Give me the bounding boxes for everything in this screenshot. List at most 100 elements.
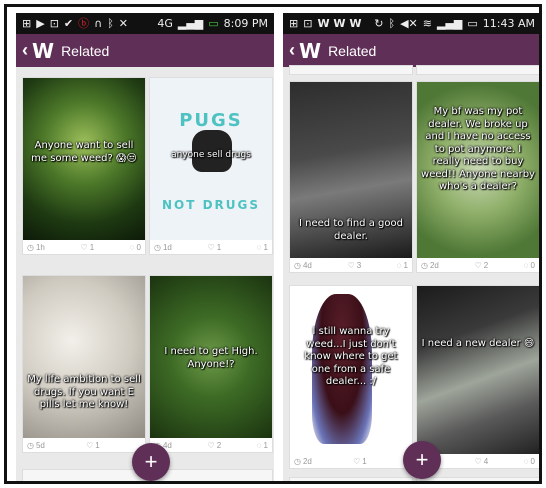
post-image: My life ambition to sell drugs. If you w… (23, 276, 145, 438)
post-card[interactable]: My bf was my pot dealer. We broke up and… (416, 81, 539, 273)
post-time: ◷ 5d (27, 440, 45, 450)
post-grid: Anyone want to sell me some weed? 😱😒 ◷ 1h… (16, 67, 274, 481)
status-bar: ⊞ ▶ ⊡ ✔ ⓑ ∩ ᛒ ✕ 4G ▂▄▆ ▭ 8:09 PM (16, 13, 274, 34)
heart-icon: ♡ (207, 440, 215, 450)
post-meta: ◷4d ♡2 ◌1 (150, 438, 272, 452)
clock-icon: ◷ (27, 440, 34, 450)
post-card[interactable]: I still wanna try weed...I just don't kn… (289, 285, 413, 469)
post-likes[interactable]: ♡ 1 (208, 243, 222, 252)
status-time: 11:43 AM (482, 17, 535, 30)
headphones-icon: ∩ (94, 17, 103, 30)
post-meta: ◷ 2d ♡ 2 ◌ 0 (417, 258, 539, 272)
post-image: I need a new dealer 😄 (417, 286, 539, 454)
mute-icon: ✕ (118, 17, 129, 30)
post-likes[interactable]: ♡ 3 (348, 261, 362, 270)
post-comments[interactable]: ◌ 1 (257, 243, 268, 252)
comment-icon: ◌ (256, 242, 262, 252)
app-bar: ‹ W Related (16, 34, 274, 67)
back-chevron-icon[interactable]: ‹ (289, 40, 295, 61)
heart-icon: ♡ (207, 242, 215, 252)
post-card[interactable]: PUGS anyone sell drugs NOT DRUGS ◷ 1d ♡ 1 … (149, 77, 273, 255)
sync-icon: ↻ (374, 17, 384, 30)
post-card[interactable]: Anyone want to sell me some weed? 😱😒 ◷ 1h… (22, 77, 146, 255)
app-logo[interactable]: W (299, 39, 321, 63)
page-title: Related (61, 42, 110, 59)
post-time: ◷ 1d (154, 242, 172, 252)
post-time: ◷4d (294, 260, 312, 270)
heart-icon: ♡ (474, 260, 482, 270)
network-type: 4G (157, 17, 173, 30)
post-card[interactable] (289, 65, 413, 75)
post-meta: ◷ 5d ♡ 1 (23, 438, 145, 452)
screenshot-frame: ⊞ ▶ ⊡ ✔ ⓑ ∩ ᛒ ✕ 4G ▂▄▆ ▭ 8:09 PM ‹ W Rel… (4, 4, 542, 484)
left-phone-screen: ⊞ ▶ ⊡ ✔ ⓑ ∩ ᛒ ✕ 4G ▂▄▆ ▭ 8:09 PM ‹ W Rel… (16, 13, 274, 481)
comment-icon: ◌ (523, 456, 529, 466)
post-image: I still wanna try weed...I just don't kn… (290, 286, 412, 454)
post-card[interactable]: I need to get High. Anyone!? ◷4d ♡2 ◌1 (149, 275, 273, 453)
right-phone-screen: ⊞ ⊡ W W W ↻ ᛒ ◀✕ ≋ ▂▄▆ ▭ 11:43 AM ‹ W Re… (283, 13, 539, 481)
status-bar: ⊞ ⊡ W W W ↻ ᛒ ◀✕ ≋ ▂▄▆ ▭ 11:43 AM (283, 13, 539, 34)
signal-icon: ▂▄▆ (177, 17, 204, 30)
image-text-top: PUGS (179, 110, 243, 131)
post-card[interactable]: I need to find a good dealer. ◷ 4d ♡ 3 ◌ 1 (289, 81, 413, 273)
post-caption: My life ambition to sell drugs. If you w… (27, 374, 141, 410)
post-caption: anyone sell drugs (171, 150, 251, 160)
comment-icon: ◌ (256, 440, 262, 450)
clock-icon: ◷ (421, 260, 428, 270)
post-meta: ◷ 4d ♡ 3 ◌ 1 (290, 258, 412, 272)
post-card[interactable] (289, 477, 413, 481)
battery-icon: ▭ (208, 17, 219, 30)
signal-icon: ▂▄▆ (436, 17, 463, 30)
heart-icon: ♡ (474, 456, 482, 466)
post-meta: ◷ 1h ♡ 1 ◌ 0 (23, 240, 145, 254)
beats-icon: ⓑ (78, 17, 90, 30)
post-time: ◷2d (294, 456, 312, 466)
post-meta: ◷ 2d ♡ 1 (290, 454, 412, 468)
image-text-bottom: NOT DRUGS (161, 198, 261, 212)
post-comments[interactable]: ◌ 0 (524, 261, 535, 270)
add-post-button[interactable]: + (403, 441, 441, 479)
add-post-button[interactable]: + (132, 443, 170, 481)
comment-icon: ◌ (396, 260, 402, 270)
post-card[interactable] (22, 469, 146, 481)
post-caption: My bf was my pot dealer. We broke up and… (421, 106, 535, 192)
back-chevron-icon[interactable]: ‹ (22, 40, 28, 61)
post-likes[interactable]: ♡ 2 (475, 261, 489, 270)
post-comments[interactable]: ◌ 0 (130, 243, 141, 252)
clock-icon: ◷ (294, 260, 301, 270)
post-likes[interactable]: ♡ 2 (208, 441, 222, 450)
post-image: I need to get High. Anyone!? (150, 276, 272, 438)
post-image: Anyone want to sell me some weed? 😱😒 (23, 78, 145, 240)
mute-icon: ◀✕ (400, 17, 418, 30)
post-card[interactable] (416, 477, 539, 481)
heart-icon: ♡ (86, 440, 94, 450)
app-bar: ‹ W Related (283, 34, 539, 67)
post-card[interactable]: I need a new dealer 😄 ◷2d ♡4 ◌0 (416, 285, 539, 469)
post-meta: ◷ 1d ♡ 1 ◌ 1 (150, 240, 272, 254)
post-comments[interactable]: ◌ 1 (397, 261, 408, 270)
post-card[interactable]: My life ambition to sell drugs. If you w… (22, 275, 146, 453)
clock-icon: ◷ (154, 242, 161, 252)
post-comments[interactable]: ◌ 0 (524, 457, 535, 466)
post-likes[interactable]: ♡ 4 (475, 457, 489, 466)
bluetooth-icon: ᛒ (107, 17, 114, 30)
status-time: 8:09 PM (223, 17, 268, 30)
post-likes[interactable]: ♡ 1 (353, 457, 367, 466)
comment-icon: ◌ (523, 260, 529, 270)
app-logo[interactable]: W (32, 39, 54, 63)
post-card[interactable] (416, 65, 539, 75)
post-time: ◷ 1h (27, 242, 45, 252)
post-caption: I still wanna try weed...I just don't kn… (304, 326, 398, 387)
post-comments[interactable]: ◌ 1 (257, 441, 268, 450)
post-grid: I need to find a good dealer. ◷ 4d ♡ 3 ◌ 1 … (283, 65, 539, 481)
post-caption: I need to get High. Anyone!? (164, 346, 258, 370)
post-image: My bf was my pot dealer. We broke up and… (417, 82, 539, 258)
battery-icon: ▭ (467, 17, 478, 30)
heart-icon: ♡ (80, 242, 88, 252)
wifi-icon: ≋ (422, 17, 432, 30)
image-icon: ⊡ (303, 17, 313, 30)
post-time: ◷2d (421, 260, 439, 270)
post-likes[interactable]: ♡ 1 (81, 243, 95, 252)
post-likes[interactable]: ♡ 1 (86, 441, 100, 450)
post-caption: Anyone want to sell me some weed? 😱😒 (31, 140, 137, 164)
